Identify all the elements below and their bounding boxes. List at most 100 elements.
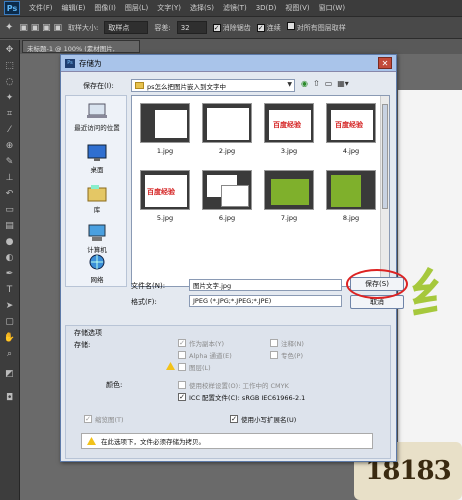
sample-size-select[interactable]: 取样点: [104, 21, 149, 34]
file-list-scrollbar[interactable]: [380, 96, 389, 286]
back-icon[interactable]: ◉: [301, 79, 308, 88]
menu-image[interactable]: 图像(I): [94, 3, 116, 13]
antialias-option[interactable]: ✓ 消除锯齿: [212, 23, 251, 33]
file-thumbnail[interactable]: 百度经验: [140, 170, 190, 210]
chevron-down-icon: ▼: [287, 81, 292, 88]
sample-size-label: 取样大小:: [68, 23, 99, 32]
file-name[interactable]: 8.jpg: [323, 214, 379, 222]
icc-checkbox[interactable]: ✓: [178, 393, 186, 401]
hand-tool-icon[interactable]: ✋: [3, 332, 16, 344]
gradient-tool-icon[interactable]: ▤: [3, 220, 16, 232]
save-in-select[interactable]: ps怎么把图片嵌入到文字中 ▼: [131, 79, 295, 92]
menu-view[interactable]: 视图(V): [285, 3, 309, 13]
sidebar-label-desktop: 桌面: [90, 166, 104, 174]
document-tab[interactable]: 未标题-1 @ 100% (素材图片, RGB/8) *: [22, 40, 140, 61]
icc-option[interactable]: ✓ ICC 配置文件(C): sRGB IEC61966-2.1: [178, 392, 305, 402]
menu-select[interactable]: 选择(S): [190, 3, 214, 13]
shape-tool-icon[interactable]: ▢: [3, 316, 16, 328]
network-icon: [86, 254, 108, 272]
new-folder-icon[interactable]: ▭: [325, 79, 333, 88]
close-button[interactable]: ✕: [378, 57, 392, 69]
sidebar-item-desktop[interactable]: 桌面: [66, 144, 128, 174]
file-name[interactable]: 7.jpg: [261, 214, 317, 222]
recent-places-icon: [86, 102, 108, 120]
menu-type[interactable]: 文字(Y): [157, 3, 181, 13]
antialias-checkbox[interactable]: ✓: [212, 23, 221, 32]
selection-mode-icon[interactable]: ▣ ▣ ▣ ▣: [19, 23, 62, 33]
file-thumbnail[interactable]: [326, 170, 376, 210]
marquee-tool-icon[interactable]: ⬚: [3, 60, 16, 72]
tools-panel: ✥ ⬚ ◌ ✦ ⌗ ⁄ ⊕ ✎ ⊥ ↶ ▭ ▤ ● ◐ ✒ T ➤ ▢ ✋ ⌕ …: [0, 40, 20, 500]
path-select-icon[interactable]: ➤: [3, 300, 16, 312]
color-swatch-icon[interactable]: ◩: [3, 368, 16, 380]
eyedropper-tool-icon[interactable]: ⁄: [3, 124, 16, 136]
file-name[interactable]: 2.jpg: [199, 147, 255, 155]
file-thumbnail[interactable]: [202, 170, 252, 210]
icc-label: ICC 配置文件(C): sRGB IEC61966-2.1: [189, 394, 306, 402]
crop-tool-icon[interactable]: ⌗: [3, 108, 16, 120]
file-thumbnail[interactable]: 百度经验: [264, 103, 314, 143]
sample-all-checkbox[interactable]: [286, 22, 295, 30]
eraser-tool-icon[interactable]: ▭: [3, 204, 16, 216]
brush-tool-icon[interactable]: ✎: [3, 156, 16, 168]
move-tool-icon[interactable]: ✥: [3, 44, 16, 56]
file-name[interactable]: 1.jpg: [137, 147, 193, 155]
menu-file[interactable]: 文件(F): [29, 3, 53, 13]
color-label: 颜色:: [106, 381, 123, 389]
menu-layer[interactable]: 图层(L): [125, 3, 148, 13]
magic-wand-tool-icon[interactable]: ✦: [3, 92, 16, 104]
file-name[interactable]: 6.jpg: [199, 214, 255, 222]
antialias-label: 消除锯齿: [222, 23, 251, 32]
type-tool-icon[interactable]: T: [3, 284, 16, 296]
dialog-titlebar: Ps 存储为: [61, 55, 396, 72]
view-menu-icon[interactable]: ▦▾: [337, 79, 349, 88]
sidebar-item-library[interactable]: 库: [66, 184, 128, 214]
file-name[interactable]: 3.jpg: [261, 147, 317, 155]
sample-all-option[interactable]: 对所有图层取样: [286, 22, 346, 33]
file-thumbnail[interactable]: [264, 170, 314, 210]
contiguous-checkbox[interactable]: ✓: [256, 23, 265, 32]
sidebar-label-recent: 最近访问的位置: [74, 124, 120, 132]
sidebar-label-computer: 计算机: [87, 246, 107, 254]
stamp-tool-icon[interactable]: ⊥: [3, 172, 16, 184]
menu-filter[interactable]: 滤镜(T): [223, 3, 247, 13]
menu-window[interactable]: 窗口(W): [319, 3, 345, 13]
sidebar-label-library: 库: [93, 206, 101, 214]
history-brush-icon[interactable]: ↶: [3, 188, 16, 200]
sidebar-label-network: 网络: [90, 276, 104, 284]
sidebar-item-network[interactable]: 网络: [66, 254, 128, 284]
dodge-tool-icon[interactable]: ◐: [3, 252, 16, 264]
blur-tool-icon[interactable]: ●: [3, 236, 16, 248]
warning-icon: [166, 362, 175, 370]
file-thumbnail[interactable]: [140, 103, 190, 143]
lowercase-option[interactable]: ✓ 使用小写扩展名(U): [230, 414, 296, 424]
lasso-tool-icon[interactable]: ◌: [3, 76, 16, 88]
tolerance-input[interactable]: 32: [176, 21, 207, 34]
menu-bar: Ps 文件(F) 编辑(E) 图像(I) 图层(L) 文字(Y) 选择(S) 滤…: [0, 0, 462, 17]
options-bar: ✦ ▣ ▣ ▣ ▣ 取样大小: 取样点 容差: 32 ✓ 消除锯齿 ✓ 连续 对所有…: [0, 17, 462, 39]
sidebar-item-computer[interactable]: 计算机: [66, 224, 128, 254]
menu-edit[interactable]: 编辑(E): [62, 3, 86, 13]
quick-mask-icon[interactable]: ◘: [3, 392, 16, 404]
file-name[interactable]: 5.jpg: [137, 214, 193, 222]
magic-wand-icon[interactable]: ✦: [5, 22, 13, 33]
file-name-input[interactable]: 图片文字.jpg: [189, 279, 342, 291]
zoom-tool-icon[interactable]: ⌕: [3, 348, 16, 360]
scroll-thumb[interactable]: [382, 104, 388, 209]
sidebar-item-recent[interactable]: 最近访问的位置: [66, 102, 128, 132]
healing-tool-icon[interactable]: ⊕: [3, 140, 16, 152]
menu-3d[interactable]: 3D(D): [256, 4, 277, 12]
format-select[interactable]: JPEG (*.JPG;*.JPEG;*.JPE): [189, 295, 342, 307]
file-name-label: 文件名(N):: [131, 282, 166, 290]
pen-tool-icon[interactable]: ✒: [3, 268, 16, 280]
contiguous-option[interactable]: ✓ 连续: [256, 23, 281, 33]
file-name[interactable]: 4.jpg: [323, 147, 379, 155]
thumb-caption: 百度经验: [147, 188, 175, 196]
thumbnail-option: ✓ 缩览图(T): [84, 414, 124, 424]
green-text-artwork: 纟: [410, 262, 462, 326]
file-thumbnail[interactable]: 百度经验: [326, 103, 376, 143]
file-thumbnail[interactable]: [202, 103, 252, 143]
lowercase-checkbox[interactable]: ✓: [230, 415, 238, 423]
save-in-label: 保存在(I):: [83, 82, 114, 90]
up-folder-icon[interactable]: ⇧: [313, 79, 320, 88]
